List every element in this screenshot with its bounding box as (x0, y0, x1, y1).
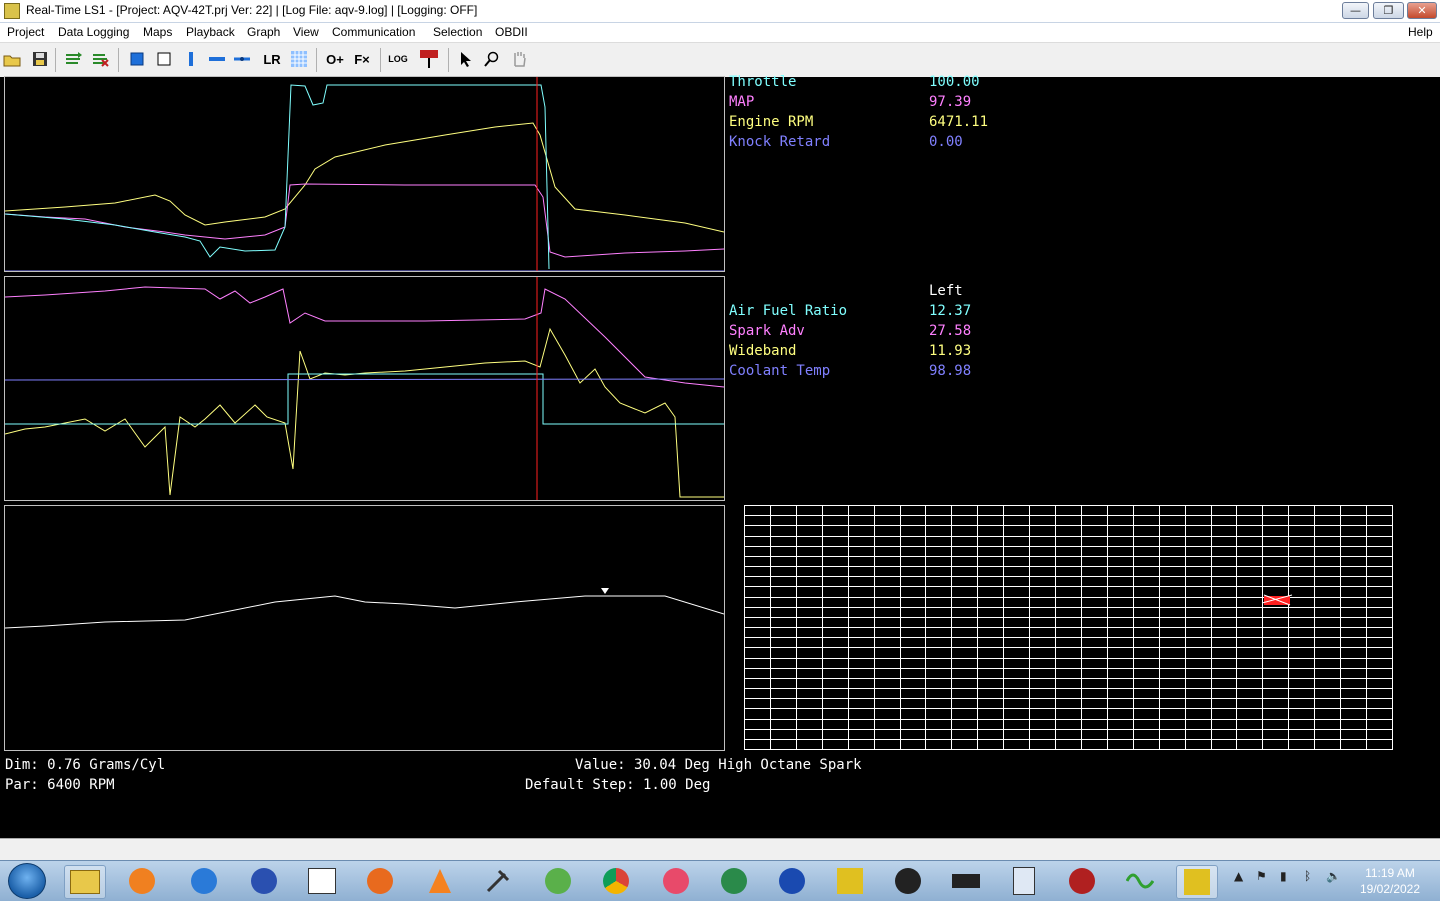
menu-project[interactable]: Project (7, 25, 44, 39)
readouts-header-left: Left (929, 283, 963, 299)
pointer-icon[interactable] (456, 49, 476, 69)
wideband-label: Wideband (729, 343, 797, 359)
chip-icon[interactable] (946, 865, 986, 897)
graph-panel-top[interactable] (4, 76, 725, 272)
map-value: 97.39 (929, 94, 972, 110)
menu-data-logging[interactable]: Data Logging (58, 25, 129, 39)
taskbar: ▲ ⚑ ▮ ᛒ 🔈 11:19 AM 19/02/2022 (0, 860, 1440, 901)
chrome-icon[interactable] (596, 865, 636, 897)
window-title: Real-Time LS1 - [Project: AQV-42T.prj Ve… (26, 3, 478, 17)
hand-icon[interactable] (509, 49, 529, 69)
close-button[interactable]: ✕ (1407, 2, 1437, 19)
graph-top-traces (4, 77, 725, 272)
gauge-icon[interactable] (1062, 865, 1102, 897)
start-button[interactable] (8, 863, 46, 899)
tools-icon[interactable] (478, 865, 518, 897)
log-button[interactable]: LOG (386, 49, 410, 69)
fill-rect-icon[interactable] (127, 49, 147, 69)
graph-bottom-trace (4, 588, 725, 629)
lr-button[interactable]: LR (259, 49, 285, 69)
function-button[interactable]: F× (350, 49, 374, 69)
throttle-value: 100.00 (929, 74, 980, 90)
firefox-dev-icon[interactable] (656, 865, 696, 897)
malwarebytes-icon[interactable] (772, 865, 812, 897)
record-icon[interactable] (419, 49, 439, 69)
calculator-icon[interactable] (1004, 865, 1044, 897)
engine-rpm-label: Engine RPM (729, 114, 814, 130)
dim-readout: Dim: 0.76 Grams/Cyl (5, 757, 166, 773)
menu-obdii[interactable]: OBDII (495, 25, 528, 39)
volume-icon[interactable]: 🔈 (1326, 869, 1341, 883)
horizontal-arrows-icon[interactable] (232, 49, 252, 69)
open-folder-icon[interactable] (2, 49, 22, 69)
disconnect-icon[interactable] (91, 49, 111, 69)
firefox-icon[interactable] (360, 865, 400, 897)
menu-graph[interactable]: Graph (247, 25, 280, 39)
grid-select-icon[interactable] (289, 49, 309, 69)
audio-wave-icon[interactable] (1120, 865, 1160, 897)
menu-help[interactable]: Help (1408, 25, 1433, 39)
graph-middle-traces (4, 277, 725, 500)
internet-explorer-icon[interactable] (184, 865, 224, 897)
menu-bar: Project Data Logging Maps Playback Graph… (0, 23, 1440, 42)
menu-playback[interactable]: Playback (186, 25, 235, 39)
obs-icon[interactable] (888, 865, 928, 897)
horizontal-bar-icon[interactable] (207, 49, 227, 69)
app-icon (4, 3, 20, 19)
clock-date: 19/02/2022 (1359, 882, 1421, 896)
flag-icon[interactable]: ⚑ (1256, 869, 1267, 883)
wideband-value: 11.93 (929, 343, 972, 359)
empty-rect-icon[interactable] (154, 49, 174, 69)
globe-icon[interactable] (714, 865, 754, 897)
throttle-label: Throttle (729, 74, 797, 90)
graph-panel-middle[interactable] (4, 276, 725, 501)
vlc-icon[interactable] (420, 865, 460, 897)
clock[interactable]: 11:19 AM 19/02/2022 (1350, 865, 1430, 897)
knock-retard-label: Knock Retard (729, 134, 831, 150)
map-grid-lines (744, 505, 1393, 750)
spark-adv-value: 27.58 (929, 323, 972, 339)
afr-value: 12.37 (929, 303, 972, 319)
minimize-button[interactable]: — (1342, 2, 1369, 19)
value-readout: Value: 30.04 Deg High Octane Spark (575, 757, 862, 773)
afr-label: Air Fuel Ratio (729, 303, 848, 319)
toolbar: LR O+ F× LOG (0, 42, 1440, 77)
zoom-plus-button[interactable]: O+ (323, 49, 347, 69)
menu-view[interactable]: View (293, 25, 319, 39)
bluetooth-icon[interactable]: ᛒ (1304, 869, 1311, 883)
menu-communication[interactable]: Communication (332, 25, 415, 39)
title-bar: Real-Time LS1 - [Project: AQV-42T.prj Ve… (0, 0, 1440, 23)
coolant-temp-label: Coolant Temp (729, 363, 831, 379)
explorer-icon[interactable] (64, 865, 106, 899)
par-readout: Par: 6400 RPM (5, 777, 115, 793)
calendar-icon[interactable] (302, 865, 342, 897)
clock-time: 11:19 AM (1365, 866, 1415, 880)
status-bar (0, 838, 1440, 861)
rt-ls1-icon[interactable] (830, 865, 870, 897)
save-icon[interactable] (30, 49, 50, 69)
coolant-temp-value: 98.98 (929, 363, 972, 379)
spark-map-grid[interactable] (744, 505, 1393, 750)
engine-rpm-value: 6471.11 (929, 114, 989, 130)
menu-selection[interactable]: Selection (433, 25, 482, 39)
network-icon[interactable]: ▮ (1280, 869, 1287, 883)
spark-adv-label: Spark Adv (729, 323, 805, 339)
app-green-icon[interactable] (538, 865, 578, 897)
map-label: MAP (729, 94, 755, 110)
maximize-button[interactable]: ❐ (1373, 2, 1404, 19)
magnifier-icon[interactable] (482, 49, 502, 69)
graph-panel-bottom[interactable] (4, 505, 725, 751)
vertical-bar-icon[interactable] (181, 49, 201, 69)
headphones-icon[interactable] (244, 865, 284, 897)
knock-retard-value: 0.00 (929, 134, 963, 150)
rt-ls1-active-icon[interactable] (1176, 865, 1218, 899)
default-step-readout: Default Step: 1.00 Deg (525, 777, 711, 793)
tray-arrow-icon[interactable]: ▲ (1234, 869, 1243, 883)
connect-icon[interactable] (64, 49, 84, 69)
media-player-icon[interactable] (122, 865, 162, 897)
menu-maps[interactable]: Maps (143, 25, 172, 39)
